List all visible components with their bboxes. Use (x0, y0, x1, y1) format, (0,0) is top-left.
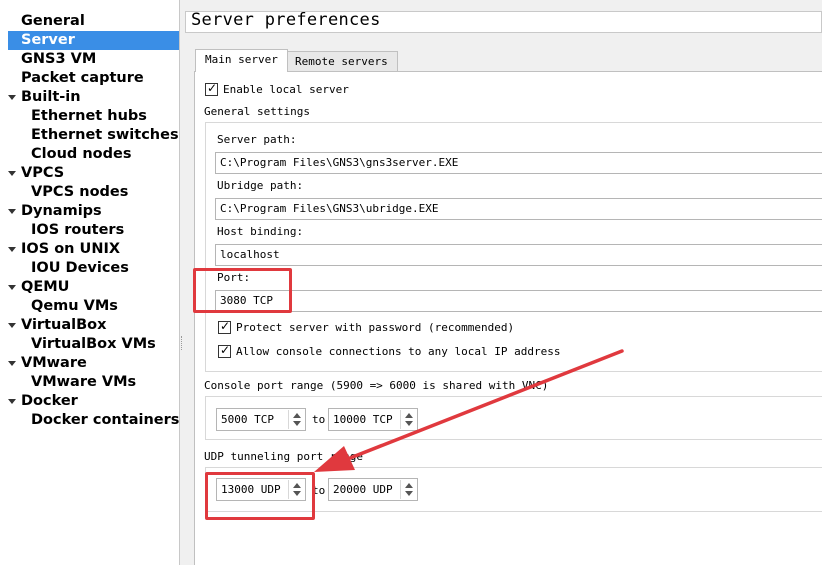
preferences-tree[interactable]: General Server GNS3 VM Packet capture Built-… (0, 0, 180, 565)
port-highlight-box (193, 268, 292, 313)
sidebar-item-cloud-nodes[interactable]: Cloud nodes (31, 145, 131, 164)
expander-arrow-icon[interactable] (7, 278, 17, 297)
spin-buttons[interactable] (400, 480, 416, 499)
sidebar-item-virtualbox[interactable]: VirtualBox (21, 316, 106, 335)
splitter-grip (181, 336, 183, 350)
sidebar-item-dynamips[interactable]: Dynamips (21, 202, 102, 221)
ubridge-path-label: Ubridge path: (217, 179, 304, 192)
tab-remote-servers[interactable]: Remote servers (285, 51, 398, 73)
spin-down-icon[interactable] (293, 421, 301, 426)
expander-arrow-icon[interactable] (7, 88, 17, 107)
sidebar-item-ethernet-switches[interactable]: Ethernet switches (31, 126, 179, 145)
sidebar-item-server[interactable]: Server (8, 31, 179, 50)
general-settings-heading: General settings (204, 105, 310, 118)
sidebar-item-vpcs-nodes[interactable]: VPCS nodes (31, 183, 128, 202)
protect-server-checkbox[interactable] (218, 319, 231, 334)
enable-local-server-label: Enable local server (223, 83, 349, 96)
sidebar-item-vmware-vms[interactable]: VMware VMs (31, 373, 136, 392)
udp-range-heading: UDP tunneling port range (204, 450, 363, 463)
expander-arrow-icon[interactable] (7, 354, 17, 373)
tab-main-server[interactable]: Main server (195, 49, 288, 72)
splitter-handle[interactable] (180, 0, 185, 565)
page-header: Server preferences (185, 10, 822, 33)
udp-port-end-spinbox[interactable]: 20000 UDP (328, 478, 418, 501)
console-port-end-spinbox[interactable]: 10000 TCP (328, 408, 418, 431)
sidebar-item-iou-devices[interactable]: IOU Devices (31, 259, 129, 278)
sidebar-item-ios-on-unix[interactable]: IOS on UNIX (21, 240, 120, 259)
sidebar-item-packet-capture[interactable]: Packet capture (21, 69, 144, 88)
sidebar-item-qemu-vms[interactable]: Qemu VMs (31, 297, 118, 316)
expander-arrow-icon[interactable] (7, 202, 17, 221)
allow-console-label: Allow console connections to any local I… (236, 345, 561, 358)
spin-up-icon[interactable] (405, 483, 413, 488)
sidebar-item-vpcs[interactable]: VPCS (21, 164, 64, 183)
ubridge-path-field[interactable]: C:\Program Files\GNS3\ubridge.EXE (215, 198, 822, 220)
expander-arrow-icon[interactable] (7, 392, 17, 411)
spin-down-icon[interactable] (405, 421, 413, 426)
protect-server-label: Protect server with password (recommende… (236, 321, 515, 334)
sidebar-item-gns3-vm[interactable]: GNS3 VM (21, 50, 96, 69)
sidebar-item-ios-routers[interactable]: IOS routers (31, 221, 124, 240)
sidebar-item-ethernet-hubs[interactable]: Ethernet hubs (31, 107, 147, 126)
sidebar-item-qemu[interactable]: QEMU (21, 278, 69, 297)
console-port-range-heading: Console port range (5900 => 6000 is shar… (204, 379, 549, 392)
allow-console-checkbox[interactable] (218, 343, 231, 358)
sidebar-item-virtualbox-vms[interactable]: VirtualBox VMs (31, 335, 156, 354)
console-port-start-spinbox[interactable]: 5000 TCP (216, 408, 306, 431)
console-port-start-value: 5000 TCP (221, 413, 274, 426)
console-to-label: to (312, 413, 326, 426)
spin-up-icon[interactable] (405, 413, 413, 418)
expander-arrow-icon[interactable] (7, 316, 17, 335)
udp-highlight-box (205, 472, 315, 520)
page-title: Server preferences (191, 10, 381, 30)
spin-down-icon[interactable] (405, 491, 413, 496)
spin-up-icon[interactable] (293, 413, 301, 418)
sidebar-item-docker[interactable]: Docker (21, 392, 78, 411)
sidebar-item-docker-containers[interactable]: Docker containers (31, 411, 179, 430)
enable-local-server-checkbox[interactable] (205, 81, 218, 96)
sidebar-item-general[interactable]: General (21, 12, 85, 31)
host-binding-field[interactable]: localhost (215, 244, 822, 266)
sidebar-item-vmware[interactable]: VMware (21, 354, 87, 373)
server-path-field[interactable]: C:\Program Files\GNS3\gns3server.EXE (215, 152, 822, 174)
expander-arrow-icon[interactable] (7, 240, 17, 259)
server-path-label: Server path: (217, 133, 297, 146)
spin-buttons[interactable] (400, 410, 416, 429)
host-binding-label: Host binding: (217, 225, 304, 238)
udp-port-end-value: 20000 UDP (333, 483, 393, 496)
port-field[interactable]: 3080 TCP (215, 290, 822, 312)
expander-arrow-icon[interactable] (7, 164, 17, 183)
spin-buttons[interactable] (288, 410, 304, 429)
sidebar-item-built-in[interactable]: Built-in (21, 88, 81, 107)
console-port-end-value: 10000 TCP (333, 413, 393, 426)
